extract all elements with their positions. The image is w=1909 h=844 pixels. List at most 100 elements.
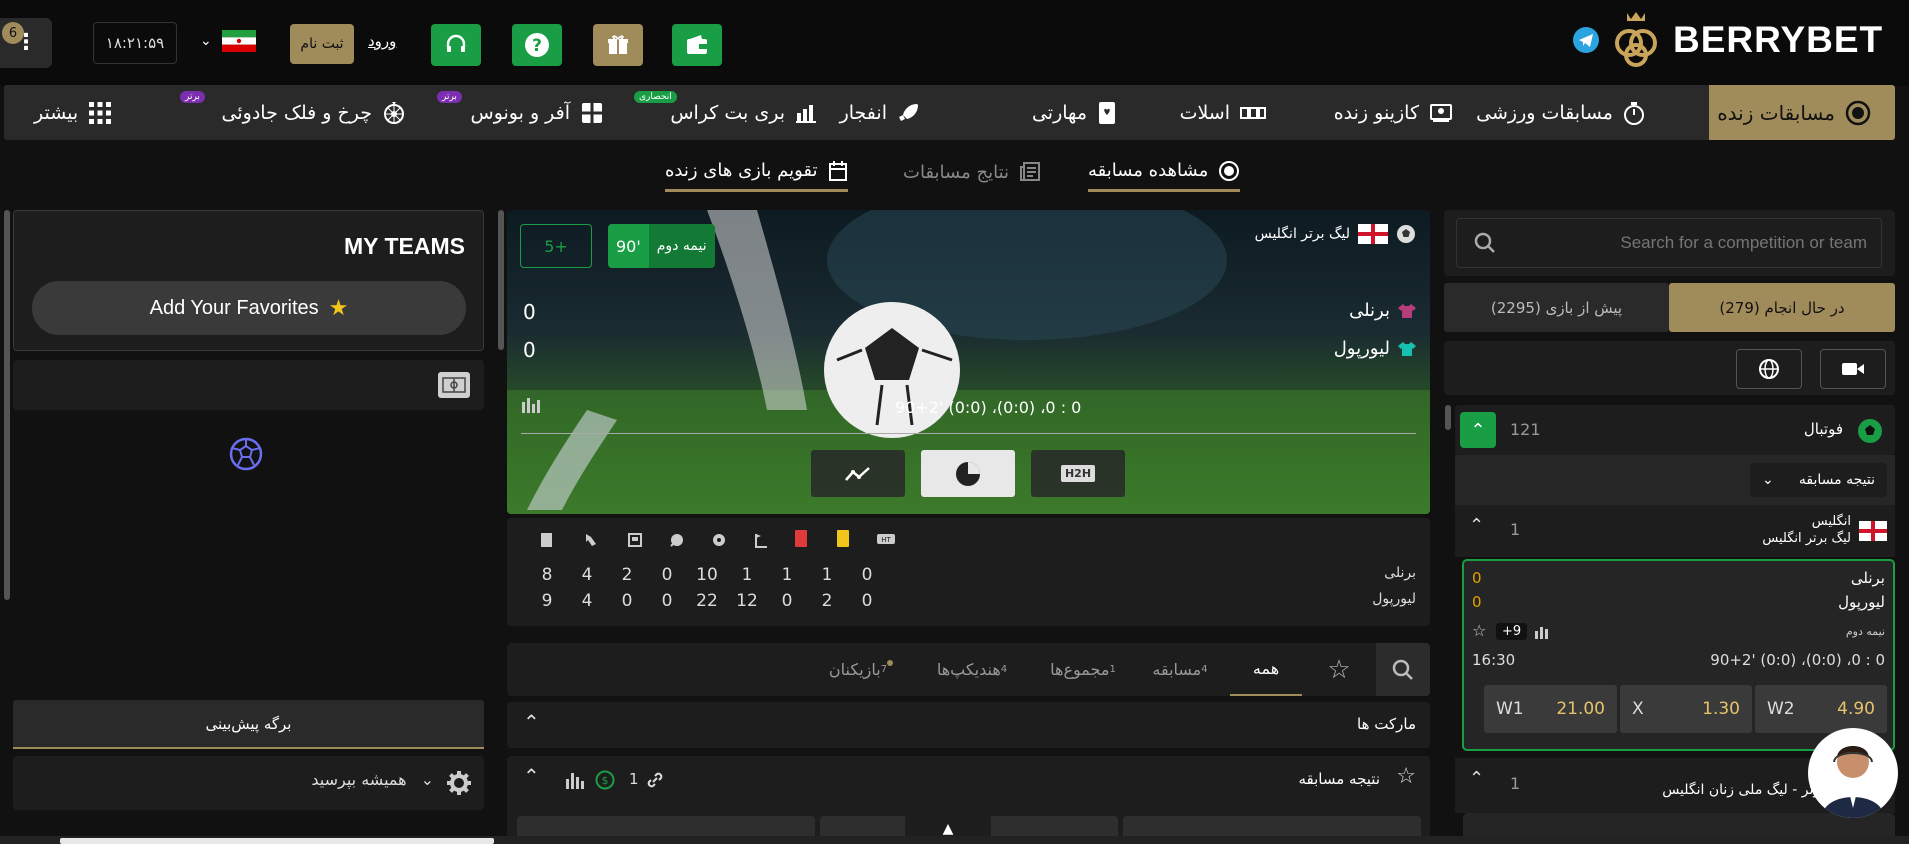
globe-filter-button[interactable] xyxy=(1736,349,1802,389)
casino-icon xyxy=(1430,103,1452,122)
tab-match[interactable]: مسابقه 4 xyxy=(1140,643,1220,696)
gift-button[interactable] xyxy=(593,24,643,66)
market-search-button[interactable] xyxy=(1376,643,1430,696)
team1-row: برنلی xyxy=(1349,300,1416,321)
stats-icon[interactable] xyxy=(521,394,541,414)
match-status: 90' نیمه دوم xyxy=(608,224,715,268)
video-filter-button[interactable] xyxy=(1820,349,1886,389)
stat-value: 0 xyxy=(661,565,673,585)
nav-item-sports[interactable]: مسابقات ورزشی xyxy=(1476,85,1645,140)
events-scrollbar[interactable] xyxy=(1445,405,1451,430)
stat-value: 22 xyxy=(696,591,718,611)
chevron-up-icon[interactable]: ⌃ xyxy=(523,710,540,734)
tab-live-calendar[interactable]: تقویم بازی های زنده xyxy=(665,152,848,192)
headset-icon xyxy=(446,34,466,52)
tab-all[interactable]: همه xyxy=(1230,643,1302,696)
nav-item-wheel[interactable]: چرخ و فلک جادوئی xyxy=(222,85,406,140)
nav-item-live-casino[interactable]: کازینو زنده xyxy=(1334,85,1453,140)
star-icon[interactable]: ☆ xyxy=(1396,764,1416,789)
chevron-up-icon[interactable]: ⌃ xyxy=(523,764,540,788)
nav-item-crash[interactable]: انفجار xyxy=(840,85,921,140)
tab-players[interactable]: بازیکنان 7 xyxy=(816,643,906,696)
top-badge: برتر xyxy=(180,91,205,103)
h2h-tab[interactable]: H2H xyxy=(1031,450,1125,497)
stat-value: 0 xyxy=(781,591,793,611)
odd-value: 1.30 xyxy=(1702,699,1740,719)
clock: ۱۸:۲۱:۵۹ xyxy=(93,22,177,64)
nav-item-label: اسلات xyxy=(1179,101,1230,124)
odd-w1-button[interactable]: W2 4.90 xyxy=(1755,685,1887,733)
collapse-sport-button[interactable]: ⌃ xyxy=(1460,412,1496,448)
support-agent-icon xyxy=(1822,746,1884,818)
nav-item-label: بیشتر xyxy=(34,101,79,124)
tracker-tab[interactable] xyxy=(811,450,905,497)
tab-label: هندیکپ‌ها xyxy=(936,660,1001,679)
tab-results[interactable]: نتایج مسابقات xyxy=(903,152,1041,192)
statistics-tab[interactable] xyxy=(921,450,1015,497)
tab-view-match[interactable]: مشاهده مسابقه xyxy=(1088,152,1241,192)
chevron-up-icon[interactable]: ⌃ xyxy=(1469,515,1484,536)
markets-header[interactable]: مارکت ها ⌃ xyxy=(507,702,1430,748)
right-scrollbar[interactable] xyxy=(4,210,10,600)
accept-odds-select[interactable]: همیشه بپرسید ⌄ xyxy=(311,770,434,789)
cashout-icon[interactable]: $ xyxy=(595,770,615,790)
favorite-markets-tab[interactable]: ☆ xyxy=(1312,643,1366,696)
tab-totals[interactable]: مجموع‌ها 1 xyxy=(1038,643,1128,696)
gear-icon[interactable] xyxy=(446,770,472,796)
support-avatar-button[interactable] xyxy=(1808,728,1898,818)
tab-live-events[interactable]: در حال انجام (279) xyxy=(1669,283,1895,332)
wallet-button[interactable] xyxy=(672,24,722,66)
search-box[interactable] xyxy=(1444,210,1895,276)
nav-item-skill[interactable]: مهارتی xyxy=(1032,85,1119,140)
link-icon[interactable] xyxy=(645,770,665,790)
help-button[interactable]: ? xyxy=(512,24,562,66)
stats-team1-name: برنلی xyxy=(1384,565,1416,581)
chevron-up-icon[interactable]: ⌃ xyxy=(1469,768,1484,789)
question-icon: ? xyxy=(525,33,549,57)
bottom-scrollbar-thumb[interactable] xyxy=(60,838,494,844)
team1-score: 0 xyxy=(523,300,536,324)
star-icon[interactable]: ☆ xyxy=(1472,621,1486,640)
market-select[interactable]: ⌄ نتیجه مسابقه xyxy=(1750,463,1887,497)
nav-item-slots[interactable]: اسلات xyxy=(1180,85,1266,140)
odd-x-button[interactable]: X 1.30 xyxy=(1620,685,1752,733)
support-button[interactable] xyxy=(431,24,481,66)
nav-item-live[interactable]: مسابقات زنده xyxy=(1717,85,1871,140)
nav-item-label: انفجار xyxy=(839,101,887,124)
new-indicator-dot xyxy=(887,659,894,666)
stats-icon[interactable] xyxy=(565,770,585,790)
login-link[interactable]: ورود xyxy=(368,32,396,50)
betslip-tab[interactable]: برگه پیش‌بینی xyxy=(13,700,484,749)
odd-w2-button[interactable]: W1 21.00 xyxy=(1484,685,1617,733)
search-input[interactable] xyxy=(1456,218,1882,268)
stat-value: 9 xyxy=(541,591,553,611)
nav-item-more[interactable]: بیشتر xyxy=(34,85,112,140)
odd-label: W1 xyxy=(1496,699,1524,719)
stats-icon[interactable] xyxy=(1534,625,1550,639)
add-favorites-button[interactable]: Add Your Favorites ★ xyxy=(32,281,466,335)
star-icon: ★ xyxy=(328,295,349,321)
stat-value: 12 xyxy=(736,591,758,611)
stats-team2-name: لیورپول xyxy=(1372,591,1416,607)
tab-prematch-events[interactable]: پیش از بازی (2295) xyxy=(1444,283,1669,332)
more-markets-badge[interactable]: +9 xyxy=(1496,623,1528,640)
language-selector[interactable]: ⌄ xyxy=(200,30,256,52)
nav-item-berrybet-crash[interactable]: بری بت کراس xyxy=(670,85,817,140)
league-row[interactable]: انگلیس لیگ برتر انگلیس 1 ⌃ xyxy=(1455,505,1895,557)
event-card[interactable]: برنلی لیورپول 0 0 نیمه دوم ☆ +9 16:30 0 … xyxy=(1462,559,1895,751)
field-toggle-button[interactable] xyxy=(438,372,470,398)
sport-row-football[interactable]: فوتبال 121 ⌃ xyxy=(1455,405,1895,455)
nav-item-offers[interactable]: آفر و بونوس xyxy=(471,85,605,140)
team2-row: لیورپول xyxy=(1334,338,1416,359)
telegram-icon[interactable] xyxy=(1573,27,1599,53)
yellow-card-icon xyxy=(837,530,849,547)
center-left-scrollbar[interactable] xyxy=(498,210,504,350)
svg-text:$: $ xyxy=(602,774,609,787)
odd-value: 21.00 xyxy=(1556,699,1605,719)
stat-value: 4 xyxy=(581,591,593,611)
globe-icon xyxy=(1759,359,1779,379)
stat-value: 4 xyxy=(581,565,593,585)
register-button[interactable]: ثبت نام xyxy=(290,24,354,64)
tab-handicaps[interactable]: هندیکپ‌ها 4 xyxy=(924,643,1020,696)
brand-logo[interactable]: BERRYBET xyxy=(1573,10,1903,70)
